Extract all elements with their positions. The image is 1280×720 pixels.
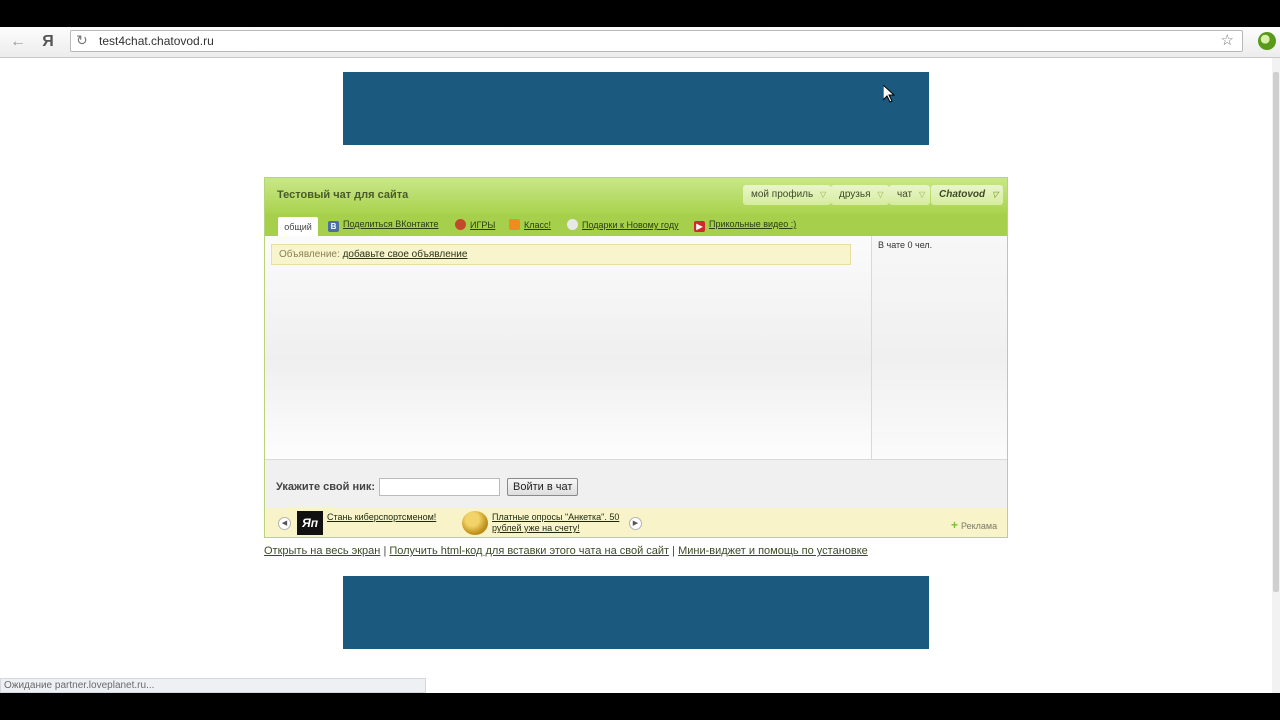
odnoklassniki-link[interactable]: Класс! [509,219,551,230]
videos-link[interactable]: ▶ Прикольные видео :) [694,219,796,232]
url-text[interactable]: test4chat.chatovod.ru [99,34,214,48]
odnoklassniki-label: Класс! [524,220,551,230]
message-area[interactable]: Объявление: добавьте свое объявление [265,236,871,459]
reload-icon[interactable]: ↻ [76,32,88,49]
extension-icon[interactable] [1258,32,1276,50]
ad-next-arrow-icon[interactable]: ▶ [629,517,642,530]
chevron-down-icon: ▽ [918,190,926,199]
browser-bottom-frame [0,693,1280,720]
games-icon [455,219,466,230]
esports-ad-logo[interactable]: Яп [297,511,323,535]
ad-strip: ◀ Яп Стань киберспортсменом! Платные опр… [265,508,1007,537]
link-separator: | [383,545,387,557]
profile-menu-label: мой профиль [751,189,814,200]
ad-prev-arrow-icon[interactable]: ◀ [278,517,291,530]
chat-menu-label: чат [897,189,913,200]
gifts-label: Подарки к Новому году [582,220,679,230]
reklama-link[interactable]: + Реклама [951,518,997,532]
share-vk-label: Поделиться ВКонтакте [343,219,439,229]
widget-help-link[interactable]: Мини-виджет и помощь по установке [678,545,868,557]
vk-icon: В [328,221,339,232]
back-icon: ← [10,33,26,50]
chat-menu[interactable]: чат ▽ [889,185,931,205]
link-separator: | [672,545,676,557]
bottom-links: Открыть на весь экран | Получить html-ко… [264,545,868,557]
chevron-down-icon: ▽ [991,190,999,199]
chatovod-logo: Chatovod [939,189,986,200]
youtube-icon: ▶ [694,221,705,232]
scrollbar-thumb[interactable] [1273,72,1279,592]
bookmark-star-icon[interactable]: ☆ [1221,31,1234,49]
chevron-down-icon: ▽ [877,190,884,199]
chat-title: Тестовый чат для сайта [277,189,409,201]
chevron-down-icon: ▽ [820,190,827,199]
gift-icon [567,219,578,230]
chat-tabs: общий В Поделиться ВКонтакте ИГРЫ Класс! … [265,214,1007,236]
survey-ad-line1[interactable]: Платные опросы "Анкетка". 50 [492,512,619,523]
add-announcement-link[interactable]: добавьте свое объявление [343,249,468,260]
fullscreen-link[interactable]: Открыть на весь экран [264,545,380,557]
enter-chat-button[interactable]: Войти в чат [507,478,579,496]
survey-ad-line2[interactable]: рублей уже на счету! [492,523,580,534]
nick-input[interactable] [379,478,500,496]
reklama-label: Реклама [961,521,998,531]
coins-ad-image[interactable] [462,511,488,535]
friends-menu-label: друзья [839,189,871,200]
chat-widget: Тестовый чат для сайта мой профиль ▽ друз… [264,177,1008,538]
friends-menu[interactable]: друзья ▽ [831,185,889,205]
top-ad-banner[interactable] [343,72,929,145]
tab-general[interactable]: общий [278,217,318,236]
user-list-panel: В чате 0 чел. [871,236,1007,459]
nick-label: Укажите свой ник: [276,481,376,493]
html-code-link[interactable]: Получить html-код для вставки этого чата… [389,545,669,557]
share-vk-link[interactable]: В Поделиться ВКонтакте [328,219,439,232]
bottom-ad-banner[interactable] [343,576,929,649]
gifts-link[interactable]: Подарки к Новому году [567,219,679,230]
yandex-button[interactable]: Я [37,31,59,53]
address-bar[interactable]: ↻ test4chat.chatovod.ru ☆ [70,30,1243,52]
odnoklassniki-icon [509,219,520,230]
games-link[interactable]: ИГРЫ [455,219,495,230]
browser-top-frame [0,0,1280,27]
status-bar: Ожидание partner.loveplanet.ru... [0,678,426,693]
profile-menu[interactable]: мой профиль ▽ [743,185,832,205]
back-button[interactable]: ← [7,31,29,53]
esports-ad-link[interactable]: Стань киберспортсменом! [327,512,436,523]
chatovod-menu[interactable]: Chatovod ▽ [931,185,1004,205]
browser-toolbar: ← Я ↻ test4chat.chatovod.ru ☆ [0,27,1280,58]
login-panel: Укажите свой ник: Войти в чат [265,459,1007,508]
games-label: ИГРЫ [470,220,496,230]
yandex-icon: Я [42,33,54,50]
plus-icon: + [951,518,959,532]
announcement-prefix: Объявление: [279,249,340,260]
page-scrollbar[interactable] [1272,58,1280,693]
online-count: В чате 0 чел. [878,240,933,250]
chat-header: Тестовый чат для сайта мой профиль ▽ друз… [265,178,1007,214]
videos-label: Прикольные видео :) [709,219,797,229]
announcement-bar: Объявление: добавьте свое объявление [271,244,851,265]
